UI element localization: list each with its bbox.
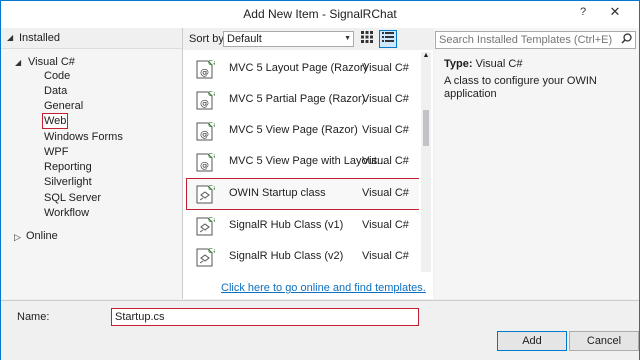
window-title: Add New Item - SignalRChat (243, 7, 397, 21)
svg-text:C#: C# (208, 152, 215, 160)
tree-item-wpf[interactable]: WPF (44, 145, 68, 159)
go-online-link[interactable]: Click here to go online and find templat… (221, 282, 426, 294)
template-panel: Sort by: Default ▼ @C# MVC 5 Layout Page… (183, 28, 433, 299)
svg-text:C#: C# (208, 59, 215, 67)
mvc-view-icon: @C# (196, 121, 215, 141)
template-list-scrollbar[interactable]: ▲ (421, 52, 431, 272)
bottom-bar: Name: Add Cancel (1, 300, 639, 360)
name-label: Name: (17, 311, 50, 323)
list-view-icon[interactable] (379, 30, 397, 48)
name-field[interactable] (111, 308, 419, 326)
mvc-view-icon: @C# (196, 152, 215, 172)
tree-item-online[interactable]: Online (26, 229, 58, 243)
tree-item-code[interactable]: Code (44, 69, 70, 83)
title-bar: Add New Item - SignalRChat ? ✕ (1, 1, 639, 28)
help-button[interactable]: ? (569, 1, 597, 23)
svg-text:C#: C# (208, 121, 215, 129)
tree-item-visual-csharp[interactable]: Visual C# (28, 55, 75, 69)
type-value: Visual C# (475, 58, 523, 70)
sort-by-label: Sort by: (189, 33, 227, 45)
template-language: Visual C# (362, 219, 409, 231)
svg-text:C#: C# (208, 216, 215, 224)
template-language: Visual C# (362, 155, 409, 167)
csharp-class-icon: C# (196, 247, 215, 267)
cancel-button[interactable]: Cancel (569, 331, 639, 351)
tree-item-sql-server[interactable]: SQL Server (44, 191, 101, 205)
add-new-item-dialog: Add New Item - SignalRChat ? ✕ ◢ Install… (0, 0, 640, 360)
tree-item-general[interactable]: General (44, 99, 83, 113)
list-item[interactable]: @C# MVC 5 View Page with Layout... Visua… (187, 147, 419, 177)
template-language: Visual C# (362, 187, 409, 199)
template-language: Visual C# (362, 93, 409, 105)
scroll-up-icon[interactable]: ▲ (421, 52, 431, 59)
sort-toolbar: Sort by: Default ▼ (183, 28, 433, 50)
tree-item-workflow[interactable]: Workflow (44, 206, 89, 220)
list-item-selected[interactable]: C# OWIN Startup class Visual C# (186, 178, 419, 210)
template-description: A class to configure your OWIN applicati… (444, 75, 597, 100)
template-language: Visual C# (362, 250, 409, 262)
tree-item-web[interactable]: Web (41, 113, 69, 129)
type-line: Type: Visual C# (444, 58, 522, 70)
search-icon[interactable] (621, 33, 632, 47)
tree-item-data[interactable]: Data (44, 84, 67, 98)
mvc-view-icon: @C# (196, 59, 215, 79)
list-item[interactable]: C# SignalR Hub Class (v1) Visual C# (187, 211, 419, 241)
tree-item-reporting[interactable]: Reporting (44, 160, 92, 174)
list-item[interactable]: C# SignalR Hub Class (v2) Visual C# (187, 242, 419, 272)
add-button[interactable]: Add (497, 331, 567, 351)
type-label: Type: (444, 58, 473, 70)
sort-dropdown[interactable]: Default ▼ (223, 31, 354, 47)
chevron-down-icon: ▼ (344, 35, 351, 42)
list-item[interactable]: @C# MVC 5 Layout Page (Razor) Visual C# (187, 54, 419, 84)
svg-text:@: @ (200, 161, 209, 171)
template-name: SignalR Hub Class (v2) (229, 250, 344, 262)
expand-triangle-icon[interactable]: ◢ (15, 58, 21, 67)
svg-text:@: @ (200, 68, 209, 78)
svg-text:C#: C# (208, 90, 215, 98)
tree-item-windows-forms[interactable]: Windows Forms (44, 130, 123, 144)
template-name: MVC 5 Layout Page (Razor) (229, 62, 368, 74)
csharp-class-icon: C# (196, 184, 215, 204)
collapse-triangle-icon[interactable]: ◢ (7, 33, 13, 42)
svg-text:@: @ (200, 99, 209, 109)
close-button[interactable]: ✕ (601, 1, 629, 23)
template-name: OWIN Startup class (229, 187, 326, 199)
svg-text:@: @ (200, 130, 209, 140)
grid-view-icon[interactable] (359, 31, 375, 47)
details-panel: Type: Visual C# A class to configure you… (434, 28, 639, 299)
template-language: Visual C# (362, 62, 409, 74)
installed-header[interactable]: ◢ Installed (1, 28, 182, 49)
tree-item-silverlight[interactable]: Silverlight (44, 175, 92, 189)
list-item[interactable]: @C# MVC 5 Partial Page (Razor) Visual C# (187, 85, 419, 115)
template-list: @C# MVC 5 Layout Page (Razor) Visual C# … (183, 52, 419, 272)
csharp-class-icon: C# (196, 216, 215, 236)
mvc-view-icon: @C# (196, 90, 215, 110)
search-box[interactable] (435, 31, 636, 49)
installed-label: Installed (19, 32, 60, 44)
template-name: MVC 5 Partial Page (Razor) (229, 93, 366, 105)
svg-text:C#: C# (208, 247, 215, 255)
template-name: MVC 5 View Page (Razor) (229, 124, 358, 136)
expand-right-triangle-icon[interactable]: ▷ (14, 232, 21, 243)
svg-text:C#: C# (208, 184, 215, 192)
template-name: SignalR Hub Class (v1) (229, 219, 344, 231)
scrollbar-thumb[interactable] (423, 110, 429, 146)
sort-dropdown-value: Default (227, 33, 262, 45)
search-input[interactable] (436, 32, 617, 48)
template-language: Visual C# (362, 124, 409, 136)
category-tree: ◢ Installed ◢ Visual C# Code Data Genera… (1, 28, 183, 299)
list-item[interactable]: @C# MVC 5 View Page (Razor) Visual C# (187, 116, 419, 146)
